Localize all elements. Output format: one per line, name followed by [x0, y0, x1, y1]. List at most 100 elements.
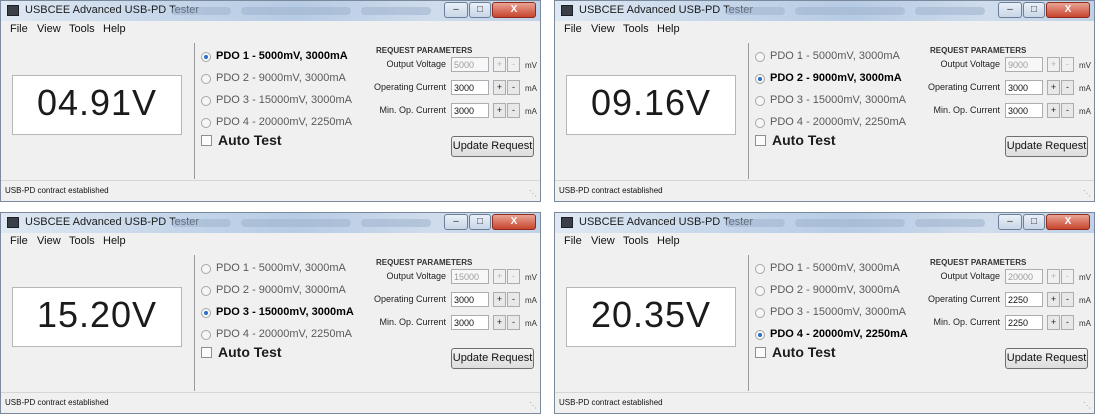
- radio-button[interactable]: [201, 52, 211, 62]
- radio-button[interactable]: [201, 286, 211, 296]
- content-panel: 04.91V PDO 1 - 5000mV, 3000mA PDO 2 - 90…: [1, 37, 540, 183]
- radio-button[interactable]: [201, 118, 211, 128]
- radio-button[interactable]: [755, 74, 765, 84]
- radio-button[interactable]: [755, 52, 765, 62]
- radio-button[interactable]: [755, 330, 765, 340]
- close-button[interactable]: X: [492, 2, 536, 18]
- menu-view[interactable]: View: [591, 235, 615, 247]
- operating-current-decrease-button[interactable]: -: [1061, 80, 1074, 95]
- radio-button[interactable]: [755, 286, 765, 296]
- resize-grip-icon[interactable]: ⋱: [529, 402, 537, 410]
- menu-file[interactable]: File: [10, 23, 28, 35]
- min-op-current-increase-button[interactable]: +: [493, 315, 506, 330]
- pdo-1-label: PDO 1 - 5000mV, 3000mA: [770, 262, 900, 274]
- min-op-current-decrease-button[interactable]: -: [1061, 315, 1074, 330]
- update-request-button[interactable]: Update Request: [1005, 136, 1088, 157]
- radio-button[interactable]: [201, 96, 211, 106]
- minimize-button[interactable]: –: [444, 2, 468, 18]
- status-bar: USB-PD contract established ⋱: [1, 392, 540, 413]
- tester-window-2: USBCEE Advanced USB-PD Tester – □ X File…: [554, 0, 1095, 202]
- menu-tools[interactable]: Tools: [623, 235, 649, 247]
- operating-current-increase-button[interactable]: +: [493, 292, 506, 307]
- pdo-3-label: PDO 3 - 15000mV, 3000mA: [216, 306, 354, 318]
- update-request-button[interactable]: Update Request: [451, 348, 534, 369]
- minimize-button[interactable]: –: [998, 2, 1022, 18]
- operating-current-decrease-button[interactable]: -: [507, 292, 520, 307]
- voltage-display: 15.20V: [12, 287, 182, 347]
- app-icon: [561, 217, 573, 228]
- menu-help[interactable]: Help: [657, 235, 680, 247]
- maximize-button[interactable]: □: [1023, 2, 1045, 18]
- title-bar-decoration: [725, 7, 785, 15]
- pdo-2-label: PDO 2 - 9000mV, 3000mA: [216, 284, 346, 296]
- menu-view[interactable]: View: [591, 23, 615, 35]
- radio-button[interactable]: [755, 96, 765, 106]
- min-op-current-increase-button[interactable]: +: [1047, 315, 1060, 330]
- menu-tools[interactable]: Tools: [623, 23, 649, 35]
- operating-current-increase-button[interactable]: +: [1047, 292, 1060, 307]
- operating-current-decrease-button[interactable]: -: [1061, 292, 1074, 307]
- operating-current-increase-button[interactable]: +: [1047, 80, 1060, 95]
- min-op-current-increase-button[interactable]: +: [493, 103, 506, 118]
- radio-button[interactable]: [755, 118, 765, 128]
- update-request-button[interactable]: Update Request: [451, 136, 534, 157]
- menu-tools[interactable]: Tools: [69, 235, 95, 247]
- operating-current-input[interactable]: [451, 80, 489, 95]
- output-voltage-label: Output Voltage: [940, 59, 1000, 69]
- minimize-button[interactable]: –: [444, 214, 468, 230]
- min-op-current-input[interactable]: [1005, 315, 1043, 330]
- operating-current-unit: mA: [525, 84, 537, 93]
- close-button[interactable]: X: [492, 214, 536, 230]
- title-bar[interactable]: USBCEE Advanced USB-PD Tester – □ X: [1, 1, 540, 21]
- resize-grip-icon[interactable]: ⋱: [1083, 190, 1091, 198]
- min-op-current-decrease-button[interactable]: -: [507, 103, 520, 118]
- radio-button[interactable]: [201, 308, 211, 318]
- pdo-3-label: PDO 3 - 15000mV, 3000mA: [770, 306, 906, 318]
- maximize-button[interactable]: □: [1023, 214, 1045, 230]
- menu-view[interactable]: View: [37, 235, 61, 247]
- operating-current-decrease-button[interactable]: -: [507, 80, 520, 95]
- menu-help[interactable]: Help: [103, 235, 126, 247]
- min-op-current-decrease-button[interactable]: -: [507, 315, 520, 330]
- close-button[interactable]: X: [1046, 214, 1090, 230]
- radio-button[interactable]: [201, 264, 211, 274]
- voltage-reading: 20.35V: [590, 294, 712, 335]
- title-bar[interactable]: USBCEE Advanced USB-PD Tester – □ X: [555, 213, 1094, 233]
- radio-button[interactable]: [755, 308, 765, 318]
- operating-current-input[interactable]: [1005, 80, 1043, 95]
- minimize-button[interactable]: –: [998, 214, 1022, 230]
- content-panel: 09.16V PDO 1 - 5000mV, 3000mA PDO 2 - 90…: [555, 37, 1094, 183]
- resize-grip-icon[interactable]: ⋱: [1083, 402, 1091, 410]
- title-bar[interactable]: USBCEE Advanced USB-PD Tester – □ X: [555, 1, 1094, 21]
- maximize-button[interactable]: □: [469, 214, 491, 230]
- menu-help[interactable]: Help: [103, 23, 126, 35]
- min-op-current-increase-button[interactable]: +: [1047, 103, 1060, 118]
- min-op-current-input[interactable]: [1005, 103, 1043, 118]
- menu-file[interactable]: File: [564, 23, 582, 35]
- radio-button[interactable]: [201, 74, 211, 84]
- update-request-button[interactable]: Update Request: [1005, 348, 1088, 369]
- operating-current-input[interactable]: [1005, 292, 1043, 307]
- menu-view[interactable]: View: [37, 23, 61, 35]
- operating-current-increase-button[interactable]: +: [493, 80, 506, 95]
- min-op-current-decrease-button[interactable]: -: [1061, 103, 1074, 118]
- min-op-current-unit: mA: [525, 107, 537, 116]
- auto-test-checkbox[interactable]: [755, 135, 766, 146]
- menu-help[interactable]: Help: [657, 23, 680, 35]
- menu-file[interactable]: File: [564, 235, 582, 247]
- menu-file[interactable]: File: [10, 235, 28, 247]
- auto-test-checkbox[interactable]: [201, 347, 212, 358]
- menu-tools[interactable]: Tools: [69, 23, 95, 35]
- maximize-button[interactable]: □: [469, 2, 491, 18]
- min-op-current-input[interactable]: [451, 103, 489, 118]
- radio-button[interactable]: [755, 264, 765, 274]
- close-button[interactable]: X: [1046, 2, 1090, 18]
- auto-test-checkbox[interactable]: [755, 347, 766, 358]
- resize-grip-icon[interactable]: ⋱: [529, 190, 537, 198]
- title-bar[interactable]: USBCEE Advanced USB-PD Tester – □ X: [1, 213, 540, 233]
- radio-button[interactable]: [201, 330, 211, 340]
- min-op-current-input[interactable]: [451, 315, 489, 330]
- output-voltage-label: Output Voltage: [940, 271, 1000, 281]
- auto-test-checkbox[interactable]: [201, 135, 212, 146]
- operating-current-input[interactable]: [451, 292, 489, 307]
